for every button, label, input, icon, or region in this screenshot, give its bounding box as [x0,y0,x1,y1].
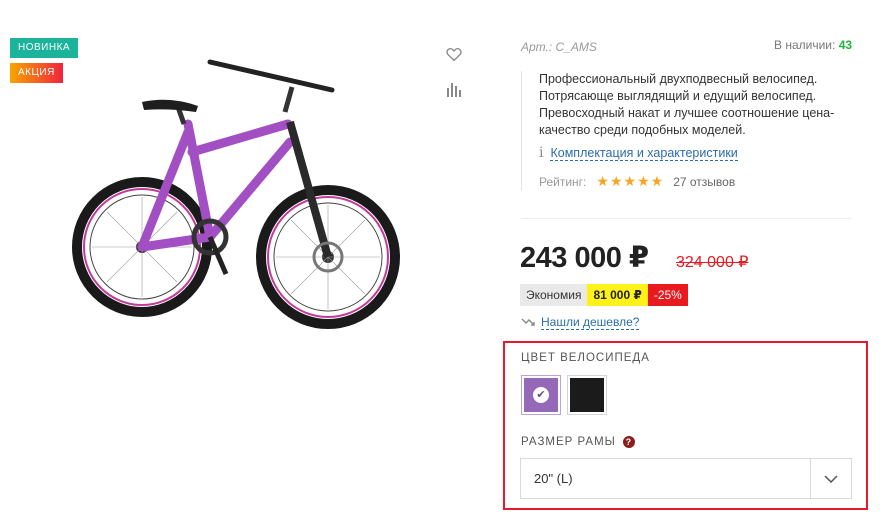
size-title: Размер рамы [521,436,616,448]
badge-sale: Акция [10,63,63,83]
help-question-icon[interactable]: ? [622,436,635,448]
reviews-count[interactable]: 27 отзывов [673,175,735,189]
product-options-panel: Цвет велосипеда ✔ Размер рамы ? 20" (L) [503,341,868,510]
star-icon: ★ [637,173,650,189]
economy-percent: -25% [647,284,688,306]
rating-stars[interactable]: ★ ★ ★ ★ ★ [596,173,663,190]
divider [521,218,851,219]
product-description: Профессиональный двухподвесный велосипед… [539,72,835,137]
spec-link[interactable]: Комплектация и характеристики [550,146,738,161]
economy-label: Экономия [520,284,588,306]
frame-size-value: 20" (L) [534,471,573,486]
product-bicycle-image[interactable] [70,52,410,352]
color-swatch-black[interactable] [567,375,607,415]
economy-row: Экономия 81 000 ₽ -25% [520,284,688,306]
old-price: 324 000 ₽ [676,254,749,271]
frame-size-select[interactable]: 20" (L) [520,458,852,499]
check-icon: ✔ [533,387,549,403]
color-swatch-violet[interactable]: ✔ [521,375,561,415]
rating-label: Рейтинг: [539,174,587,189]
stock-label: В наличии: [774,38,836,52]
rating-row: Рейтинг: ★ ★ ★ ★ ★ 27 отзывов [539,173,856,190]
current-price: 243 000 ₽ [520,242,649,274]
star-icon: ★ [596,173,609,189]
trend-down-icon [521,315,535,330]
compare-chart-icon[interactable] [445,80,463,98]
spec-link-row: i Комплектация и характеристики [539,145,856,161]
star-icon: ★ [609,173,623,189]
chevron-down-icon[interactable] [810,459,851,498]
product-article: Арт.: C_AMS [521,40,597,54]
size-title-row: Размер рамы ? [521,436,635,448]
stock-count: 43 [838,38,853,52]
star-icon: ★ [623,173,637,189]
favorite-heart-icon[interactable] [445,45,463,63]
economy-sum: 81 000 ₽ [587,284,648,306]
stock-status: В наличии: 43 [774,38,852,52]
info-icon: i [539,145,544,161]
found-cheaper-link[interactable]: Нашли дешевле? [541,315,640,330]
found-cheaper-row: Нашли дешевле? [521,315,640,330]
badge-new: Новинка [10,38,79,58]
description-block: Профессиональный двухподвесный велосипед… [521,71,856,190]
color-title: Цвет велосипеда [521,352,650,364]
star-icon: ★ [650,173,664,189]
